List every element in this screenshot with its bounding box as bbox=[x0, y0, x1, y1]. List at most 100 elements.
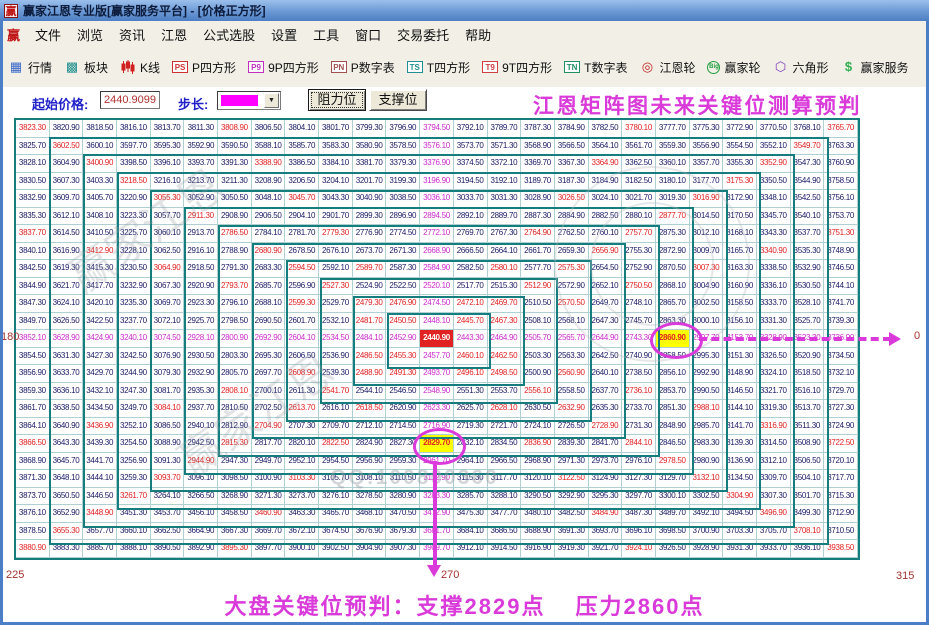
grid-cell[interactable]: 2608.90 bbox=[285, 365, 320, 383]
grid-cell[interactable]: 3657.70 bbox=[83, 522, 118, 541]
support-button[interactable]: 支撑位 bbox=[369, 89, 427, 111]
grid-cell[interactable]: 3796.90 bbox=[386, 120, 421, 138]
grid-cell[interactable]: 3081.70 bbox=[150, 382, 185, 401]
grid-cell[interactable]: 2702.50 bbox=[251, 400, 286, 418]
grid-cell[interactable]: 3837.70 bbox=[16, 225, 50, 243]
grid-cell[interactable]: 2565.70 bbox=[554, 330, 589, 348]
grid-cell[interactable]: 2971.30 bbox=[554, 452, 589, 471]
grid-cell[interactable]: 3345.70 bbox=[756, 207, 791, 226]
grid-cell[interactable]: 2604.10 bbox=[285, 330, 320, 348]
grid-cell[interactable]: 3067.30 bbox=[150, 277, 185, 296]
grid-cell[interactable]: 3936.10 bbox=[790, 540, 825, 558]
grid-cell[interactable]: 2644.90 bbox=[588, 330, 623, 348]
grid-cell[interactable]: 2760.10 bbox=[588, 225, 623, 243]
grid-cell[interactable]: 3681.70 bbox=[420, 522, 454, 541]
grid-cell[interactable]: 3043.30 bbox=[319, 190, 353, 208]
grid-cell[interactable]: 3933.70 bbox=[756, 540, 791, 558]
grid-cell[interactable]: 3364.90 bbox=[588, 155, 623, 173]
grid-cell[interactable]: 2642.50 bbox=[588, 347, 623, 366]
grid-cell[interactable]: 3388.90 bbox=[251, 155, 286, 173]
menu-item-6[interactable]: 设置 bbox=[263, 22, 305, 47]
grid-cell[interactable]: 3139.30 bbox=[723, 435, 757, 453]
grid-cell[interactable]: 2791.30 bbox=[218, 260, 252, 278]
toolbar-item-kline[interactable]: K线 bbox=[120, 59, 160, 76]
grid-cell[interactable]: 3403.30 bbox=[83, 172, 118, 191]
grid-cell[interactable]: 3105.70 bbox=[319, 470, 353, 488]
grid-cell[interactable]: 3818.50 bbox=[83, 120, 118, 138]
grid-cell[interactable]: 3780.10 bbox=[622, 120, 656, 138]
grid-cell[interactable]: 2517.70 bbox=[453, 277, 488, 296]
grid-cell[interactable]: 3662.50 bbox=[150, 522, 185, 541]
grid-cell[interactable]: 2443.30 bbox=[453, 330, 488, 348]
grid-cell[interactable]: 3734.50 bbox=[824, 347, 858, 366]
grid-cell[interactable]: 3808.90 bbox=[218, 120, 252, 138]
grid-cell[interactable]: 3412.90 bbox=[83, 242, 118, 261]
grid-cell[interactable]: 3652.90 bbox=[49, 505, 84, 523]
grid-cell[interactable]: 3768.10 bbox=[790, 120, 825, 138]
grid-cell[interactable]: 2940.10 bbox=[184, 417, 219, 436]
grid-cell[interactable]: 3513.70 bbox=[790, 400, 825, 418]
grid-cell[interactable]: 3088.90 bbox=[150, 435, 185, 453]
grid-cell[interactable]: 3031.30 bbox=[487, 190, 522, 208]
grid-cell[interactable]: 2997.70 bbox=[689, 330, 724, 348]
grid-cell[interactable]: 2647.30 bbox=[588, 312, 623, 331]
grid-cell[interactable]: 3592.90 bbox=[184, 137, 219, 156]
grid-cell[interactable]: 3609.70 bbox=[49, 190, 84, 208]
grid-cell[interactable]: 3220.90 bbox=[117, 190, 151, 208]
grid-cell[interactable]: 3566.50 bbox=[554, 137, 589, 156]
grid-cell[interactable]: 3312.10 bbox=[756, 452, 791, 471]
grid-cell[interactable]: 2440.90 bbox=[420, 330, 454, 348]
grid-cell[interactable]: 2613.70 bbox=[285, 400, 320, 418]
grid-cell[interactable]: 2810.50 bbox=[218, 400, 252, 418]
grid-cell[interactable]: 3108.10 bbox=[352, 470, 387, 488]
grid-cell[interactable]: 2868.10 bbox=[655, 277, 690, 296]
grid-cell[interactable]: 2923.30 bbox=[184, 295, 219, 313]
grid-cell[interactable]: 3705.70 bbox=[756, 522, 791, 541]
grid-cell[interactable]: 2733.70 bbox=[622, 400, 656, 418]
grid-cell[interactable]: 3847.30 bbox=[16, 295, 50, 313]
grid-cell[interactable]: 3460.90 bbox=[251, 505, 286, 523]
grid-cell[interactable]: 2450.50 bbox=[386, 312, 421, 331]
grid-cell[interactable]: 3904.90 bbox=[352, 540, 387, 558]
grid-cell[interactable]: 3324.10 bbox=[756, 365, 791, 383]
grid-cell[interactable]: 3314.50 bbox=[756, 435, 791, 453]
grid-cell[interactable]: 3110.50 bbox=[386, 470, 421, 488]
grid-cell[interactable]: 3362.50 bbox=[622, 155, 656, 173]
grid-cell[interactable]: 2942.50 bbox=[184, 435, 219, 453]
grid-cell[interactable]: 2757.70 bbox=[622, 225, 656, 243]
grid-cell[interactable]: 3093.70 bbox=[150, 470, 185, 488]
grid-cell[interactable]: 3489.70 bbox=[655, 505, 690, 523]
grid-cell[interactable]: 2654.50 bbox=[588, 260, 623, 278]
grid-cell[interactable]: 3631.30 bbox=[49, 347, 84, 366]
grid-cell[interactable]: 3168.10 bbox=[723, 225, 757, 243]
grid-cell[interactable]: 2695.30 bbox=[251, 347, 286, 366]
grid-cell[interactable]: 2822.50 bbox=[319, 435, 353, 453]
grid-cell[interactable]: 2688.10 bbox=[251, 295, 286, 313]
grid-cell[interactable]: 3840.10 bbox=[16, 242, 50, 261]
grid-cell[interactable]: 2894.50 bbox=[420, 207, 454, 226]
grid-cell[interactable]: 2796.10 bbox=[218, 295, 252, 313]
grid-cell[interactable]: 3508.90 bbox=[790, 435, 825, 453]
grid-cell[interactable]: 3604.90 bbox=[49, 155, 84, 173]
grid-cell[interactable]: 2580.10 bbox=[487, 260, 522, 278]
grid-cell[interactable]: 3753.70 bbox=[824, 207, 858, 226]
grid-cell[interactable]: 2558.50 bbox=[554, 382, 589, 401]
grid-cell[interactable]: 2529.70 bbox=[319, 295, 353, 313]
grid-cell[interactable]: 3163.30 bbox=[723, 260, 757, 278]
grid-cell[interactable]: 2767.30 bbox=[487, 225, 522, 243]
grid-cell[interactable]: 2755.30 bbox=[622, 242, 656, 261]
grid-cell[interactable]: 3698.50 bbox=[655, 522, 690, 541]
grid-cell[interactable]: 2714.50 bbox=[386, 417, 421, 436]
grid-cell[interactable]: 2716.90 bbox=[420, 417, 454, 436]
grid-cell[interactable]: 3357.70 bbox=[689, 155, 724, 173]
grid-cell[interactable]: 3117.70 bbox=[487, 470, 522, 488]
toolbar-item-t-square[interactable]: TS T四方形 bbox=[406, 59, 470, 76]
grid-cell[interactable]: 3715.30 bbox=[824, 487, 858, 506]
grid-cell[interactable]: 2841.70 bbox=[588, 435, 623, 453]
grid-cell[interactable]: 2498.50 bbox=[487, 365, 522, 383]
grid-cell[interactable]: 3679.30 bbox=[386, 522, 421, 541]
grid-cell[interactable]: 2606.50 bbox=[285, 347, 320, 366]
grid-cell[interactable]: 2743.30 bbox=[622, 330, 656, 348]
grid-cell[interactable]: 3835.30 bbox=[16, 207, 50, 226]
grid-cell[interactable]: 2920.90 bbox=[184, 277, 219, 296]
